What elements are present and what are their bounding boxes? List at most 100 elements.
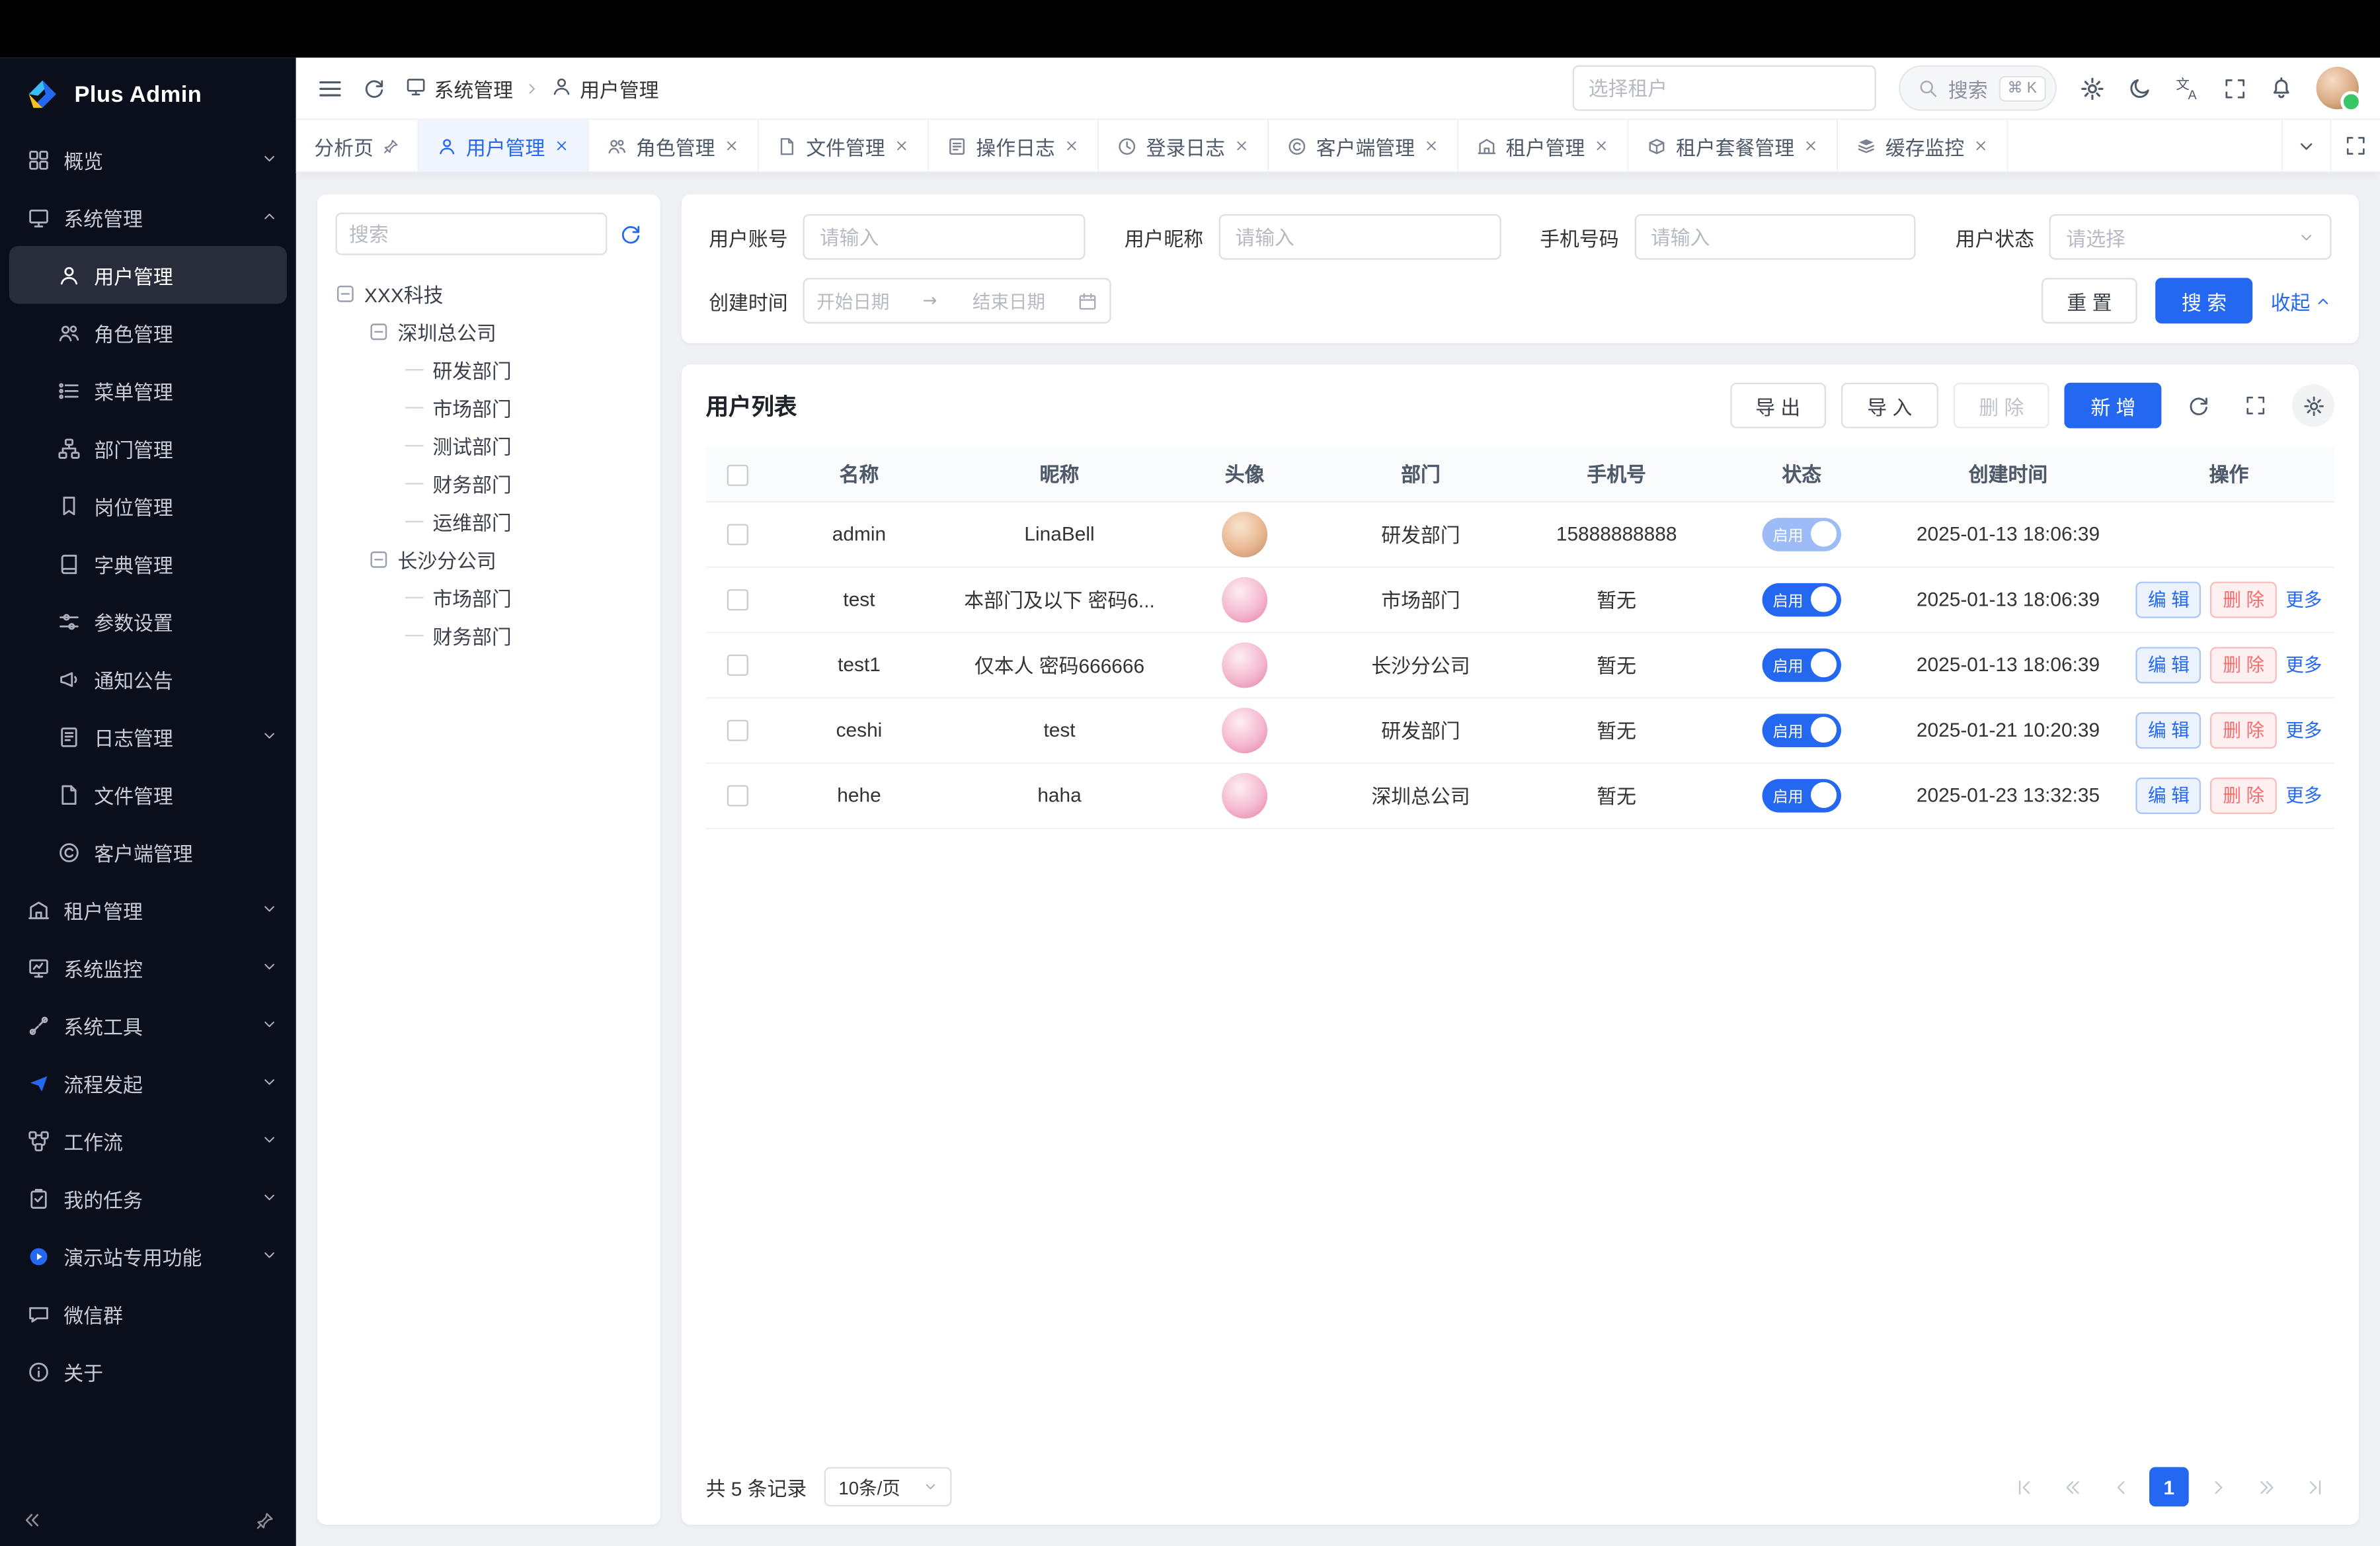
sidebar-item-overview[interactable]: 概览 [0, 131, 296, 188]
sidebar-item-logs[interactable]: 日志管理 [0, 708, 296, 765]
search-button[interactable]: 搜 索 [2156, 278, 2252, 323]
prev-page-button[interactable] [2101, 1467, 2141, 1507]
status-toggle[interactable]: 启用 [1763, 648, 1841, 682]
tree-search-input[interactable] [335, 213, 607, 255]
status-toggle[interactable]: 启用 [1763, 713, 1841, 747]
tree-collapse-icon[interactable] [335, 284, 355, 304]
tab-op-logs[interactable]: 操作日志 [929, 120, 1099, 171]
close-icon[interactable] [1973, 138, 1989, 153]
jump-forward-button[interactable] [2246, 1467, 2286, 1507]
tab-tenant-packages[interactable]: 租户套餐管理 [1629, 120, 1839, 171]
close-icon[interactable] [554, 138, 569, 153]
close-icon[interactable] [724, 138, 739, 153]
first-page-button[interactable] [2004, 1467, 2043, 1507]
tree-collapse-icon[interactable] [369, 322, 389, 342]
tab-roles[interactable]: 角色管理 [589, 120, 759, 171]
more-actions-link[interactable]: 更多 [2285, 717, 2322, 743]
dark-mode-moon-icon[interactable] [2128, 76, 2153, 101]
tree-node[interactable]: 财务部门 [335, 616, 642, 654]
sidebar-item-system-monitor[interactable]: 系统监控 [0, 938, 296, 996]
delete-row-button[interactable]: 删 除 [2211, 712, 2277, 748]
row-checkbox[interactable] [727, 590, 748, 611]
add-button[interactable]: 新 增 [2065, 383, 2161, 428]
tree-node[interactable]: 长沙分公司 [335, 541, 642, 579]
sidebar-item-menus[interactable]: 菜单管理 [0, 362, 296, 419]
sidebar-item-system[interactable]: 系统管理 [0, 188, 296, 246]
edit-button[interactable]: 编 辑 [2136, 646, 2202, 682]
last-page-button[interactable] [2295, 1467, 2334, 1507]
table-fullscreen-icon[interactable] [2235, 384, 2277, 427]
delete-row-button[interactable]: 删 除 [2211, 581, 2277, 617]
tab-clients[interactable]: 客户端管理 [1269, 120, 1459, 171]
status-toggle[interactable]: 启用 [1763, 778, 1841, 812]
sidebar-item-parameters[interactable]: 参数设置 [0, 592, 296, 650]
tree-node[interactable]: 深圳总公司 [335, 313, 642, 350]
sidebar-item-my-tasks[interactable]: 我的任务 [0, 1169, 296, 1227]
refresh-icon[interactable] [363, 77, 385, 99]
notification-bell-icon[interactable] [2269, 76, 2293, 101]
pin-icon[interactable] [383, 138, 399, 154]
tree-node[interactable]: 运维部门 [335, 503, 642, 540]
row-checkbox[interactable] [727, 524, 748, 546]
edit-button[interactable]: 编 辑 [2136, 712, 2202, 748]
user-avatar[interactable] [2317, 67, 2359, 109]
sidebar-collapse-icon[interactable] [21, 1510, 42, 1531]
delete-row-button[interactable]: 删 除 [2211, 646, 2277, 682]
tree-node[interactable]: 测试部门 [335, 427, 642, 464]
row-checkbox[interactable] [727, 786, 748, 807]
status-toggle[interactable]: 启用 [1763, 583, 1841, 616]
tree-node[interactable]: 财务部门 [335, 465, 642, 503]
hamburger-menu-icon[interactable] [317, 75, 343, 101]
sidebar-item-clients[interactable]: 客户端管理 [0, 823, 296, 881]
close-icon[interactable] [894, 138, 909, 153]
page-size-select[interactable]: 10条/页 [825, 1467, 953, 1507]
tree-node[interactable]: 市场部门 [335, 579, 642, 616]
tab-login-logs[interactable]: 登录日志 [1099, 120, 1269, 171]
next-page-button[interactable] [2198, 1467, 2237, 1507]
sidebar-item-roles[interactable]: 角色管理 [0, 304, 296, 361]
close-icon[interactable] [1234, 138, 1250, 153]
collapse-filters-link[interactable]: 收起 [2271, 286, 2332, 315]
edit-button[interactable]: 编 辑 [2136, 581, 2202, 617]
tab-files[interactable]: 文件管理 [759, 120, 929, 171]
sidebar-item-departments[interactable]: 部门管理 [0, 419, 296, 477]
table-refresh-icon[interactable] [2176, 384, 2219, 427]
tab-tenants[interactable]: 租户管理 [1459, 120, 1629, 171]
sidebar-item-system-tools[interactable]: 系统工具 [0, 997, 296, 1054]
status-toggle[interactable]: 启用 [1763, 517, 1841, 551]
edit-button[interactable]: 编 辑 [2136, 777, 2202, 813]
breadcrumb-item-system[interactable]: 系统管理 [405, 73, 513, 102]
tab-analytics[interactable]: 分析页 [296, 120, 419, 171]
date-range-picker[interactable]: 开始日期 结束日期 [803, 278, 1111, 323]
tab-cache-monitor[interactable]: 缓存监控 [1839, 120, 2008, 171]
breadcrumb-item-users[interactable]: 用户管理 [551, 73, 658, 102]
row-checkbox[interactable] [727, 655, 748, 676]
sidebar-item-files[interactable]: 文件管理 [0, 766, 296, 823]
export-button[interactable]: 导 出 [1729, 383, 1826, 428]
jump-back-button[interactable] [2052, 1467, 2092, 1507]
close-icon[interactable] [1804, 138, 1819, 153]
translate-icon[interactable]: 文A [2175, 75, 2201, 101]
sidebar-item-wechat-group[interactable]: 微信群 [0, 1285, 296, 1342]
sidebar-item-process-start[interactable]: 流程发起 [0, 1054, 296, 1112]
tab-users[interactable]: 用户管理 [419, 120, 589, 171]
sidebar-item-users[interactable]: 用户管理 [9, 246, 287, 304]
more-actions-link[interactable]: 更多 [2285, 587, 2322, 612]
phone-input[interactable] [1651, 225, 1899, 248]
sidebar-pin-icon[interactable] [255, 1510, 275, 1530]
tenant-select[interactable] [1571, 65, 1875, 111]
close-icon[interactable] [1424, 138, 1439, 153]
sidebar-item-workflow[interactable]: 工作流 [0, 1112, 296, 1169]
sidebar-item-tenants[interactable]: 租户管理 [0, 881, 296, 938]
nickname-input[interactable] [1235, 225, 1484, 248]
sidebar-item-about[interactable]: 关于 [0, 1342, 296, 1400]
sidebar-item-demo-features[interactable]: 演示站专用功能 [0, 1227, 296, 1285]
sidebar-item-dictionaries[interactable]: 字典管理 [0, 534, 296, 592]
settings-gear-icon[interactable] [2079, 75, 2105, 101]
account-input[interactable] [820, 225, 1068, 248]
tree-node[interactable]: 研发部门 [335, 351, 642, 389]
select-all-checkbox[interactable] [727, 464, 748, 485]
tree-collapse-icon[interactable] [369, 549, 389, 569]
sidebar-item-notices[interactable]: 通知公告 [0, 650, 296, 708]
sidebar-item-posts[interactable]: 岗位管理 [0, 477, 296, 534]
